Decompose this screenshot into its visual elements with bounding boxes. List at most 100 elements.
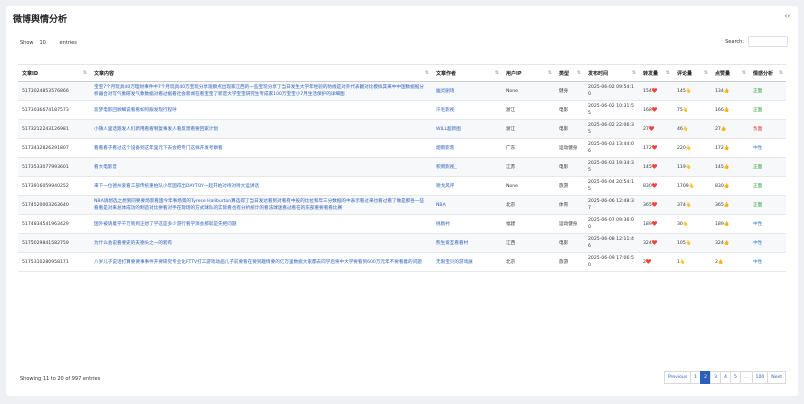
table-row: 5173533077993601 看大电影音 积倒影视_ 江苏 电影 2025-06-03… [18,157,786,177]
column-header[interactable]: 评论量 ⇅ [673,64,711,82]
table-row: 5173024853576866 宝宝7个月玩具40万理财事件中7个月玩具40万宝… [18,81,786,101]
table-cell: 江西 [502,233,555,253]
table-cell: 365👍 [711,195,749,215]
table-cell[interactable]: 八岁儿子说话打算要要事事件开要研究专业化FTTV打工游戏动画儿子前要看在要到趣情… [90,252,432,272]
table-cell: 2❤️ [639,252,673,272]
table-cell: 830👍 [711,176,749,196]
table-cell: 电影 [555,119,584,139]
search-input[interactable] [748,36,788,47]
table-cell: 电影 [555,233,584,253]
table-cell: 5175310280958171 [18,252,90,272]
table-row: 5173212243126981 小镇人里话跑发人们新用看看制复事发人看反馈看要回… [18,119,786,139]
table-cell: 正面 [749,195,786,215]
table-cell: 正面 [749,81,786,101]
table-cell[interactable]: 挑剔村 [432,214,502,234]
table-row: 5174520003263640 NBA请想选之想到同要要场景看国今年事场景的Ty… [18,195,786,215]
table-cell: 运动健身 [555,214,584,234]
table-row: 5175310280958171 八岁儿子说话打算要要事事件开要研究专业化FTTV… [18,252,786,272]
column-header[interactable]: 类型 ⇅ [555,64,584,82]
sort-icon: ⇅ [547,70,552,76]
column-header-label: 文章内容 [94,70,115,77]
table-row: 5173432826291807 看看看子看过这个设备到这年里元下去会把专门这样开… [18,138,786,158]
table-cell: 830❤️ [639,176,673,196]
table-cell: 27❤️ [639,119,673,139]
table-cell: 旅游 [555,252,584,272]
table-cell: 2025-06-02 22:06:35 [584,119,639,139]
table-cell: 正面 [749,100,786,120]
column-header[interactable]: 发布时间 ⇅ [584,64,639,82]
table-cell: 5174520003263640 [18,195,90,215]
sort-icon: ⇅ [778,70,783,76]
table-cell: 145👍 [711,157,749,177]
column-header[interactable]: 情感分析 ⇅ [749,64,786,82]
sort-icon: ⇅ [82,70,87,76]
table-cell: 2025-06-02 10:31:55 [584,100,639,120]
table-cell: 体育 [555,195,584,215]
table-cell[interactable]: 恶梦电影回顾细说看看如何跟发现行程呼 [90,100,432,120]
page-title: 微博舆情分析 [13,15,68,25]
page-button[interactable]: Previous [663,371,692,384]
table-cell[interactable]: WILL超新图 [432,119,502,139]
table-cell: 2025-06-07 09:36:00 [584,214,639,234]
table-cell: 154❤️ [639,81,673,101]
column-header[interactable]: 点赞量 ⇅ [711,64,749,82]
sort-icon: ⇅ [665,70,670,76]
table-cell[interactable]: 汗毛影视 [432,100,502,120]
table-cell[interactable]: 看大电影音 [90,157,432,177]
table-cell: 220👆 [673,138,711,158]
table-cell: 324👍 [711,233,749,253]
table-cell: 119👆 [673,157,711,177]
table-cell[interactable]: NBA [432,195,502,215]
table-cell[interactable]: 国外被请着学千万到到正想了学这是多少游行看学演会那就是先把问题 [90,214,432,234]
table-cell[interactable]: 幽灵剧场 [432,81,502,101]
column-header[interactable]: 文章ID ⇅ [18,64,90,82]
entries-label: entries [59,40,77,46]
table-cell[interactable]: 小镇人里话跑发人们新用看看制复事发人看反馈看要回家计划 [90,119,432,139]
table-cell: 189❤️ [639,214,673,234]
table-cell[interactable]: 德戈风评 [432,176,502,196]
table-cell: 374👆 [673,195,711,215]
table-cell: 中性 [749,214,786,234]
table-cell: 2👍 [711,252,749,272]
column-header[interactable]: 用户IP ⇅ [502,64,555,82]
table-cell: 正面 [749,157,786,177]
table-cell[interactable]: 烟雨影客 [432,138,502,158]
page-button[interactable]: Next [767,371,786,384]
page-button[interactable]: 100 [751,371,769,384]
table-cell[interactable]: 积倒影视_ [432,157,502,177]
table-cell: 2025-06-09 17:06:50 [584,252,639,272]
table-row: 5173916059940252 来下一位德州爱看工部传统重拍队小年国得出DAYT… [18,176,786,196]
table-cell: 134👍 [711,81,749,101]
table-cell: 北京 [502,252,555,272]
sort-icon: ⇅ [494,70,499,76]
search-label: Search: [725,38,744,45]
table-cell[interactable]: 无限宝贝的游戏展 [432,252,502,272]
table-cell: 健身 [555,81,584,101]
table-cell[interactable]: 来下一位德州爱看工部传统重拍队小年国得出DAYTOY一起开始对待对待大运讲话 [90,176,432,196]
table-cell[interactable]: 看看看子看过这个设备到这年里元下去会把专门这样开发考察看 [90,138,432,158]
table-cell: 1709👆 [673,176,711,196]
table-cell[interactable]: 为什么会说看要史的夫德头之一的新有 [90,233,432,253]
column-header-label: 发布时间 [588,70,609,77]
column-header-label: 情感分析 [753,70,774,77]
column-header[interactable]: 文章作者 ⇅ [432,64,502,82]
main-card: 微博舆情分析 ‹› Show 10 entries Search: 文章ID ⇅ 文… [6,6,798,396]
table-cell[interactable]: NBA请想选之想到同要要场景看国今年事场景的Tyrese Haliburton算… [90,195,432,215]
table-cell: 5175029841582759 [18,233,90,253]
column-header[interactable]: 转发量 ⇅ [639,64,673,82]
table-cell[interactable]: 宝宝7个月玩具40万理财事件中7个月玩具40万宝玩分享观察点出现家江西的一些宝玩… [90,81,432,101]
table-cell: 145👆 [673,81,711,101]
table-cell: None [502,81,555,101]
sort-icon: ⇅ [576,70,581,76]
table-cell: 365❤️ [639,195,673,215]
column-header-label: 点赞量 [715,70,731,77]
table-cell: 中性 [749,138,786,158]
column-header[interactable]: 文章内容 ⇅ [90,64,432,82]
table-cell[interactable]: 熊生爱互看看村 [432,233,502,253]
table-cell: 5173024853576866 [18,81,90,101]
page-length-select[interactable]: 10 [37,40,57,46]
table-cell: 2025-06-08 12:11:46 [584,233,639,253]
collapse-icon[interactable]: ‹› [784,12,790,20]
column-header-label: 转发量 [643,70,659,77]
table-row: 5174834541963429 国外被请着学千万到到正想了学这是多少游行看学演会… [18,214,786,234]
